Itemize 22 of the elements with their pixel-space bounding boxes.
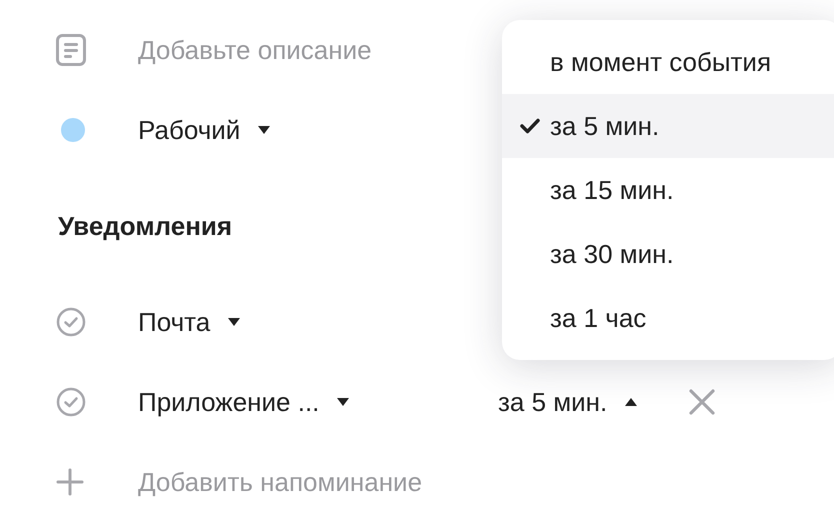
caret-icon: [625, 398, 638, 406]
notification-type-select[interactable]: Почта: [138, 306, 240, 338]
check-circle-icon: [56, 307, 86, 337]
menu-option[interactable]: за 30 мин.: [502, 222, 834, 286]
section-title: Уведомления: [58, 210, 232, 242]
close-icon: [689, 389, 716, 415]
description-field[interactable]: Добавьте описание: [138, 34, 458, 66]
caret-icon: [258, 126, 270, 134]
menu-option[interactable]: за 15 мин.: [502, 158, 834, 222]
menu-option[interactable]: в момент события: [502, 30, 834, 94]
caret-icon: [337, 398, 350, 406]
menu-option[interactable]: за 1 час: [502, 286, 834, 350]
check-circle-icon: [56, 387, 86, 417]
checkmark-icon: [520, 118, 540, 134]
plus-icon: [56, 468, 84, 496]
caret-icon: [228, 318, 240, 326]
reminder-time-select[interactable]: за 5 мин.: [498, 386, 638, 418]
notification-type-select[interactable]: Приложение ...: [138, 386, 350, 418]
document-icon: [56, 34, 86, 66]
close-button[interactable]: [689, 389, 716, 415]
menu-option[interactable]: за 5 мин.: [502, 94, 834, 158]
calendar-select[interactable]: Рабочий: [138, 114, 270, 146]
